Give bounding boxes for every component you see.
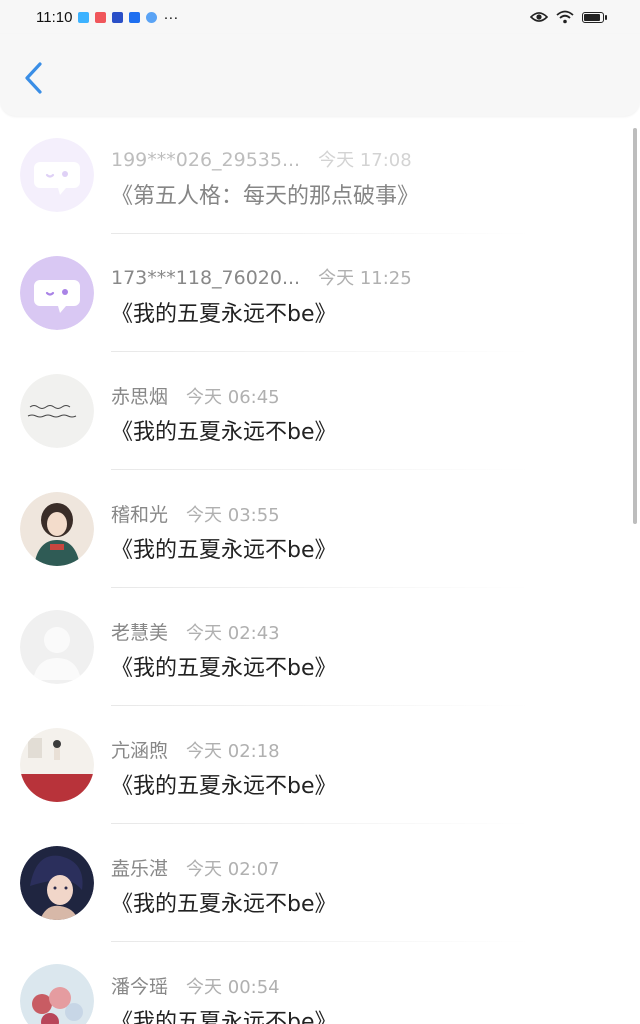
- message-preview: 《我的五夏永远不be》: [111, 1010, 337, 1024]
- conversation-row[interactable]: 173***118_76020... 今天 11:25 《我的五夏永远不be》: [0, 234, 640, 352]
- message-preview: 《我的五夏永远不be》: [111, 420, 337, 445]
- app-notification-icon: [146, 11, 158, 23]
- contact-name: 老慧美: [111, 622, 169, 644]
- eye-icon: [530, 12, 548, 22]
- header-bar: [0, 34, 640, 116]
- balloons-avatar: [20, 964, 94, 1024]
- conversation-header: 赤思烟 今天 06:45: [111, 382, 280, 409]
- message-time: 今天 02:43: [186, 623, 280, 644]
- conversation-row[interactable]: 199***026_29535... 今天 17:08 《第五人格：每天的那点破…: [0, 116, 640, 234]
- status-left: 11:10 ···: [36, 9, 178, 26]
- conversation-header: 老慧美 今天 02:43: [111, 618, 280, 645]
- conversation-header: 稽和光 今天 03:55: [111, 500, 280, 527]
- conversation-list: 199***026_29535... 今天 17:08 《第五人格：每天的那点破…: [0, 116, 640, 1024]
- message-preview: 《我的五夏永远不be》: [111, 892, 337, 917]
- contact-name: 盍乐湛: [111, 858, 169, 880]
- app-notification-icon: [95, 11, 107, 23]
- conversation-row[interactable]: 稽和光 今天 03:55 《我的五夏永远不be》: [0, 470, 640, 588]
- chat-bubble-icon: [20, 138, 94, 212]
- app-notification-icon: [78, 11, 90, 23]
- conversation-row[interactable]: 亢涵煦 今天 02:18 《我的五夏永远不be》: [0, 706, 640, 824]
- message-time: 今天 11:25: [318, 268, 412, 289]
- conversation-header: 盍乐湛 今天 02:07: [111, 854, 280, 881]
- conversation-header: 潘今瑶 今天 00:54: [111, 972, 280, 999]
- room-photo-avatar: [20, 728, 94, 802]
- more-notifications-icon: ···: [163, 8, 179, 26]
- message-time: 今天 00:54: [186, 977, 280, 998]
- message-time: 今天 17:08: [318, 150, 412, 171]
- wifi-icon: [556, 10, 574, 24]
- message-preview: 《第五人格：每天的那点破事》: [111, 184, 420, 209]
- status-right: [530, 10, 607, 24]
- back-arrow-icon[interactable]: [18, 58, 50, 98]
- girl-portrait-avatar: [20, 492, 94, 566]
- default-person-avatar: [20, 610, 94, 684]
- contact-name: 173***118_76020...: [111, 267, 301, 289]
- contact-name: 潘今瑶: [111, 976, 169, 998]
- message-time: 今天 03:55: [186, 505, 280, 526]
- status-bar: 11:10 ···: [0, 0, 640, 34]
- chat-bubble-icon: [20, 256, 94, 330]
- contact-name: 199***026_29535...: [111, 149, 301, 171]
- app-notification-icon: [112, 11, 124, 23]
- message-preview: 《我的五夏永远不be》: [111, 656, 337, 681]
- message-time: 今天 02:18: [186, 741, 280, 762]
- conversation-row[interactable]: 老慧美 今天 02:43 《我的五夏永远不be》: [0, 588, 640, 706]
- conversation-header: 亢涵煦 今天 02:18: [111, 736, 280, 763]
- message-time: 今天 06:45: [186, 387, 280, 408]
- message-preview: 《我的五夏永远不be》: [111, 774, 337, 799]
- message-time: 今天 02:07: [186, 859, 280, 880]
- conversation-row[interactable]: 赤思烟 今天 06:45 《我的五夏永远不be》: [0, 352, 640, 470]
- conversation-row[interactable]: 潘今瑶 今天 00:54 《我的五夏永远不be》: [0, 942, 640, 1024]
- scrollbar[interactable]: [633, 128, 637, 524]
- conversation-row[interactable]: 盍乐湛 今天 02:07 《我的五夏永远不be》: [0, 824, 640, 942]
- contact-name: 稽和光: [111, 504, 169, 526]
- contact-name: 赤思烟: [111, 386, 169, 408]
- status-time: 11:10: [36, 8, 73, 26]
- anime-boy-avatar: [20, 846, 94, 920]
- battery-icon: [582, 11, 607, 23]
- conversation-header: 173***118_76020... 今天 11:25: [111, 264, 412, 290]
- handwriting-avatar: [20, 374, 94, 448]
- conversation-header: 199***026_29535... 今天 17:08: [111, 146, 412, 172]
- message-preview: 《我的五夏永远不be》: [111, 538, 337, 563]
- contact-name: 亢涵煦: [111, 740, 169, 762]
- app-notification-icon: [129, 11, 141, 23]
- message-preview: 《我的五夏永远不be》: [111, 302, 337, 327]
